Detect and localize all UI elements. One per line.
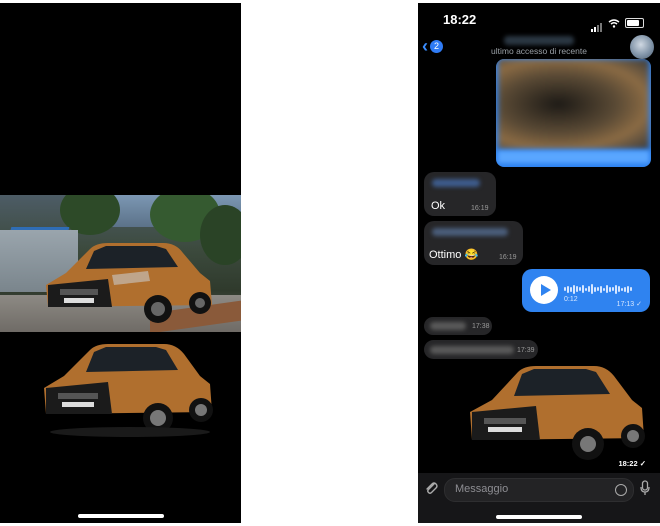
contact-name-blurred[interactable] — [504, 36, 574, 45]
sticker-icon[interactable] — [615, 484, 627, 496]
signal-icon — [591, 14, 603, 32]
message-text-blurred — [430, 322, 466, 330]
tree — [60, 195, 120, 235]
voice-duration: 0:12 — [564, 296, 578, 303]
message-input-bar — [418, 473, 660, 523]
wifi-icon — [608, 18, 620, 28]
media-viewer-screen — [0, 3, 241, 523]
incoming-message[interactable]: Ottimo 😂 16:19 — [424, 221, 523, 265]
chat-screen: 18:22 ‹ 2 ultimo accesso di recente Ok 1… — [418, 3, 660, 523]
avatar[interactable] — [630, 35, 654, 59]
incoming-message[interactable]: Ok 16:19 — [424, 172, 496, 216]
sender-name-blurred — [432, 179, 480, 187]
message-text: Ok — [431, 200, 446, 212]
home-indicator[interactable] — [496, 515, 582, 519]
home-indicator[interactable] — [78, 514, 164, 518]
play-icon[interactable] — [530, 276, 558, 304]
car-image-studio[interactable] — [36, 336, 218, 441]
status-time: 18:22 — [443, 12, 477, 27]
message-time: 17:39 — [517, 347, 535, 354]
status-bar: 18:22 — [418, 3, 660, 33]
sent-photo-message[interactable] — [496, 59, 651, 167]
car-image — [46, 243, 212, 323]
car-photo-message[interactable]: 18:22 ✓ — [462, 358, 652, 470]
message-time: 17:38 — [472, 323, 490, 330]
message-time: 16:19 — [499, 254, 517, 261]
blurred-caption — [498, 151, 649, 163]
sender-name-blurred — [432, 228, 508, 236]
incoming-message[interactable]: 17:39 — [424, 340, 538, 359]
message-text-blurred — [430, 346, 514, 354]
message-time: 17:13 ✓ — [616, 301, 642, 308]
waveform[interactable] — [564, 282, 632, 296]
last-seen-status: ultimo accesso di recente — [491, 46, 587, 56]
car-image — [470, 366, 645, 460]
message-text: Ottimo 😂 — [429, 249, 479, 261]
incoming-message[interactable]: 17:38 — [424, 317, 492, 335]
battery-icon — [625, 18, 644, 28]
message-input-field[interactable] — [453, 482, 607, 496]
car-photo-outdoor[interactable] — [0, 195, 241, 332]
blurred-photo — [498, 59, 649, 149]
microphone-icon[interactable] — [640, 480, 650, 496]
voice-message[interactable]: 0:12 17:13 ✓ — [522, 269, 650, 312]
paperclip-icon[interactable] — [424, 479, 438, 495]
message-time: 18:22 ✓ — [618, 459, 646, 468]
message-time: 16:19 — [471, 205, 489, 212]
message-input[interactable] — [444, 478, 634, 502]
